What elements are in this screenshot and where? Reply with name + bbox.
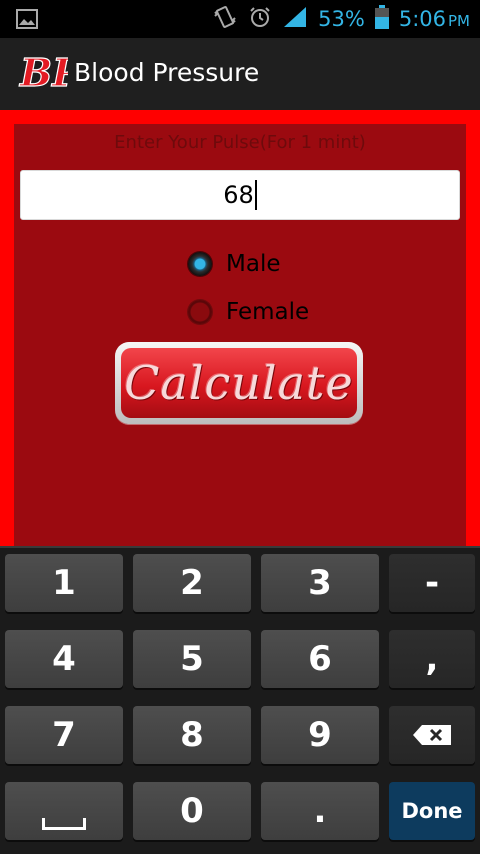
calculate-button[interactable]: Calculate [115, 342, 363, 424]
key-5[interactable]: 5 [133, 630, 251, 688]
key-minus[interactable]: - [389, 554, 475, 612]
key-backspace[interactable] [389, 706, 475, 764]
radio-male-label: Male [226, 251, 281, 277]
clock-ampm: PM [448, 12, 470, 30]
pulse-input[interactable]: 68 [20, 170, 460, 220]
app-title: Blood Pressure [74, 58, 260, 87]
key-2[interactable]: 2 [133, 554, 251, 612]
key-9[interactable]: 9 [261, 706, 379, 764]
radio-male[interactable]: Male [188, 246, 280, 282]
radio-unchecked-icon[interactable] [188, 300, 212, 324]
calculate-button-label: Calculate [124, 356, 354, 410]
key-8[interactable]: 8 [133, 706, 251, 764]
key-7[interactable]: 7 [5, 706, 123, 764]
clock-time: 5:06 [398, 7, 446, 31]
app-logo[interactable]: BP [18, 49, 82, 96]
form-panel: Enter Your Pulse(For 1 mint) 68 Male Fem… [14, 124, 466, 564]
numeric-keyboard: 1 2 3 - 4 5 6 , 7 8 9 0 . Done [0, 546, 480, 854]
signal-icon [282, 5, 308, 33]
key-period[interactable]: . [261, 782, 379, 840]
text-caret [254, 180, 257, 210]
alarm-icon [248, 5, 272, 33]
radio-female[interactable]: Female [188, 294, 309, 330]
key-space[interactable] [5, 782, 123, 840]
status-bar: 53% 5:06 PM [0, 0, 480, 38]
battery-icon [374, 5, 389, 33]
space-icon [42, 818, 86, 830]
calculate-button-face[interactable]: Calculate [121, 348, 357, 418]
pulse-input-value: 68 [223, 181, 254, 209]
done-button[interactable]: Done [389, 782, 475, 840]
action-bar: BP Blood Pressure [0, 38, 480, 110]
clock: 5:06 PM [399, 7, 470, 31]
battery-percent: 53% [318, 7, 365, 31]
pulse-prompt: Enter Your Pulse(For 1 mint) [114, 132, 366, 153]
key-6[interactable]: 6 [261, 630, 379, 688]
radio-female-label: Female [226, 299, 310, 325]
key-comma[interactable]: , [389, 630, 475, 688]
content-frame: Enter Your Pulse(For 1 mint) 68 Male Fem… [0, 110, 480, 564]
svg-text:BP: BP [19, 50, 68, 95]
radio-checked-icon[interactable] [188, 252, 212, 276]
vibrate-icon [212, 4, 238, 34]
key-0[interactable]: 0 [133, 782, 251, 840]
key-4[interactable]: 4 [5, 630, 123, 688]
key-3[interactable]: 3 [261, 554, 379, 612]
backspace-icon [412, 715, 452, 755]
key-1[interactable]: 1 [5, 554, 123, 612]
image-icon [16, 9, 38, 33]
